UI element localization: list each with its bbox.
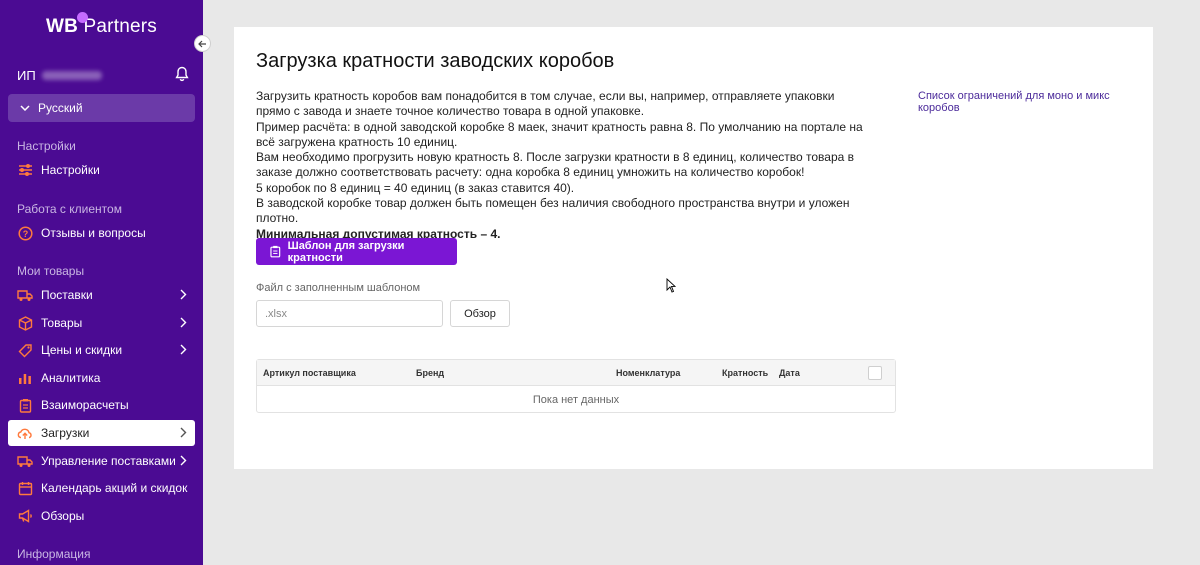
sidebar-item-settlements[interactable]: Взаиморасчеты	[8, 392, 195, 418]
upload-card: Загрузка кратности заводских коробов Заг…	[234, 27, 1153, 469]
description-line: Пример расчёта: в одной заводской коробк…	[256, 119, 863, 149]
tag-icon	[17, 342, 33, 358]
chevron-right-icon	[180, 344, 187, 355]
page-title: Загрузка кратности заводских коробов	[256, 50, 615, 72]
sidebar-item-uploads[interactable]: Загрузки	[8, 420, 195, 446]
multiplicity-table: Артикул поставщика Бренд Номенклатура Кр…	[256, 359, 896, 413]
sidebar-item-reviews[interactable]: ? Отзывы и вопросы	[8, 220, 195, 246]
sidebar-item-supplies[interactable]: Поставки	[8, 282, 195, 308]
user-row[interactable]: ИП	[17, 66, 189, 84]
bell-icon[interactable]	[175, 66, 189, 85]
sidebar-item-settings[interactable]: Настройки	[8, 157, 195, 183]
svg-text:?: ?	[22, 229, 28, 239]
chevron-down-icon	[20, 105, 30, 111]
sidebar-item-reviews-overview[interactable]: Обзоры	[8, 503, 195, 529]
user-prefix: ИП	[17, 67, 36, 83]
chevron-right-icon	[180, 317, 187, 328]
box-icon	[17, 315, 33, 331]
truck-icon	[17, 453, 33, 469]
clipboard-icon	[270, 245, 281, 258]
section-settings: Настройки	[17, 139, 76, 153]
language-select[interactable]: Русский	[8, 94, 195, 122]
sliders-icon	[17, 162, 33, 178]
column-header-brand[interactable]: Бренд	[416, 368, 444, 378]
calendar-icon	[17, 480, 33, 496]
chevron-right-icon	[180, 289, 187, 300]
description-line: 5 коробок по 8 единиц = 40 единиц (в зак…	[256, 180, 575, 195]
browse-button[interactable]: Обзор	[450, 300, 510, 327]
file-label: Файл с заполненным шаблоном	[256, 282, 421, 294]
sidebar-item-calendar[interactable]: Календарь акций и скидок	[8, 475, 195, 501]
column-header-date[interactable]: Дата	[779, 368, 800, 378]
collapse-sidebar-button[interactable]	[194, 35, 211, 52]
arrow-left-icon	[198, 40, 206, 47]
description-line: Вам необходимо прогрузить новую кратност…	[256, 150, 855, 180]
chevron-right-icon	[180, 427, 187, 438]
cloud-upload-icon	[17, 425, 33, 441]
empty-state: Пока нет данных	[532, 394, 620, 406]
description-line: Загрузить кратность коробов вам понадоби…	[256, 89, 835, 119]
select-all-checkbox[interactable]	[868, 366, 882, 380]
column-header-article[interactable]: Артикул поставщика	[263, 368, 356, 378]
clipboard-icon	[17, 397, 33, 413]
column-header-multiplicity[interactable]: Кратность	[722, 368, 768, 378]
sidebar-item-prices[interactable]: Цены и скидки	[8, 337, 195, 363]
logo-dot	[77, 12, 88, 23]
box-limits-link[interactable]: Список ограничений для моно и микс короб…	[918, 90, 1153, 114]
description-line: В заводской коробке товар должен быть по…	[256, 196, 850, 226]
megaphone-icon	[17, 508, 33, 524]
section-info: Информация	[17, 547, 91, 561]
sidebar-item-analytics[interactable]: Аналитика	[8, 365, 195, 391]
section-clients: Работа с клиентом	[17, 202, 122, 216]
user-name-blurred	[41, 70, 102, 80]
sidebar-item-goods[interactable]: Товары	[8, 310, 195, 336]
chevron-right-icon	[180, 455, 187, 466]
file-input[interactable]: .xlsx	[256, 300, 443, 327]
column-header-nomenclature[interactable]: Номенклатура	[616, 368, 680, 378]
download-template-button[interactable]: Шаблон для загрузки кратности	[256, 238, 457, 265]
sidebar: WB Partners ИП Русский Настройки Настрой…	[0, 0, 203, 565]
bar-chart-icon	[17, 370, 33, 386]
logo[interactable]: WB Partners	[46, 16, 157, 38]
sidebar-item-supply-management[interactable]: Управление поставками	[8, 448, 195, 474]
question-circle-icon: ?	[17, 225, 33, 241]
table-header: Артикул поставщика Бренд Номенклатура Кр…	[257, 360, 895, 386]
truck-icon	[17, 287, 33, 303]
section-products: Мои товары	[17, 264, 85, 278]
description: Загрузить кратность коробов вам понадоби…	[256, 89, 868, 242]
mouse-cursor-icon	[666, 278, 676, 293]
